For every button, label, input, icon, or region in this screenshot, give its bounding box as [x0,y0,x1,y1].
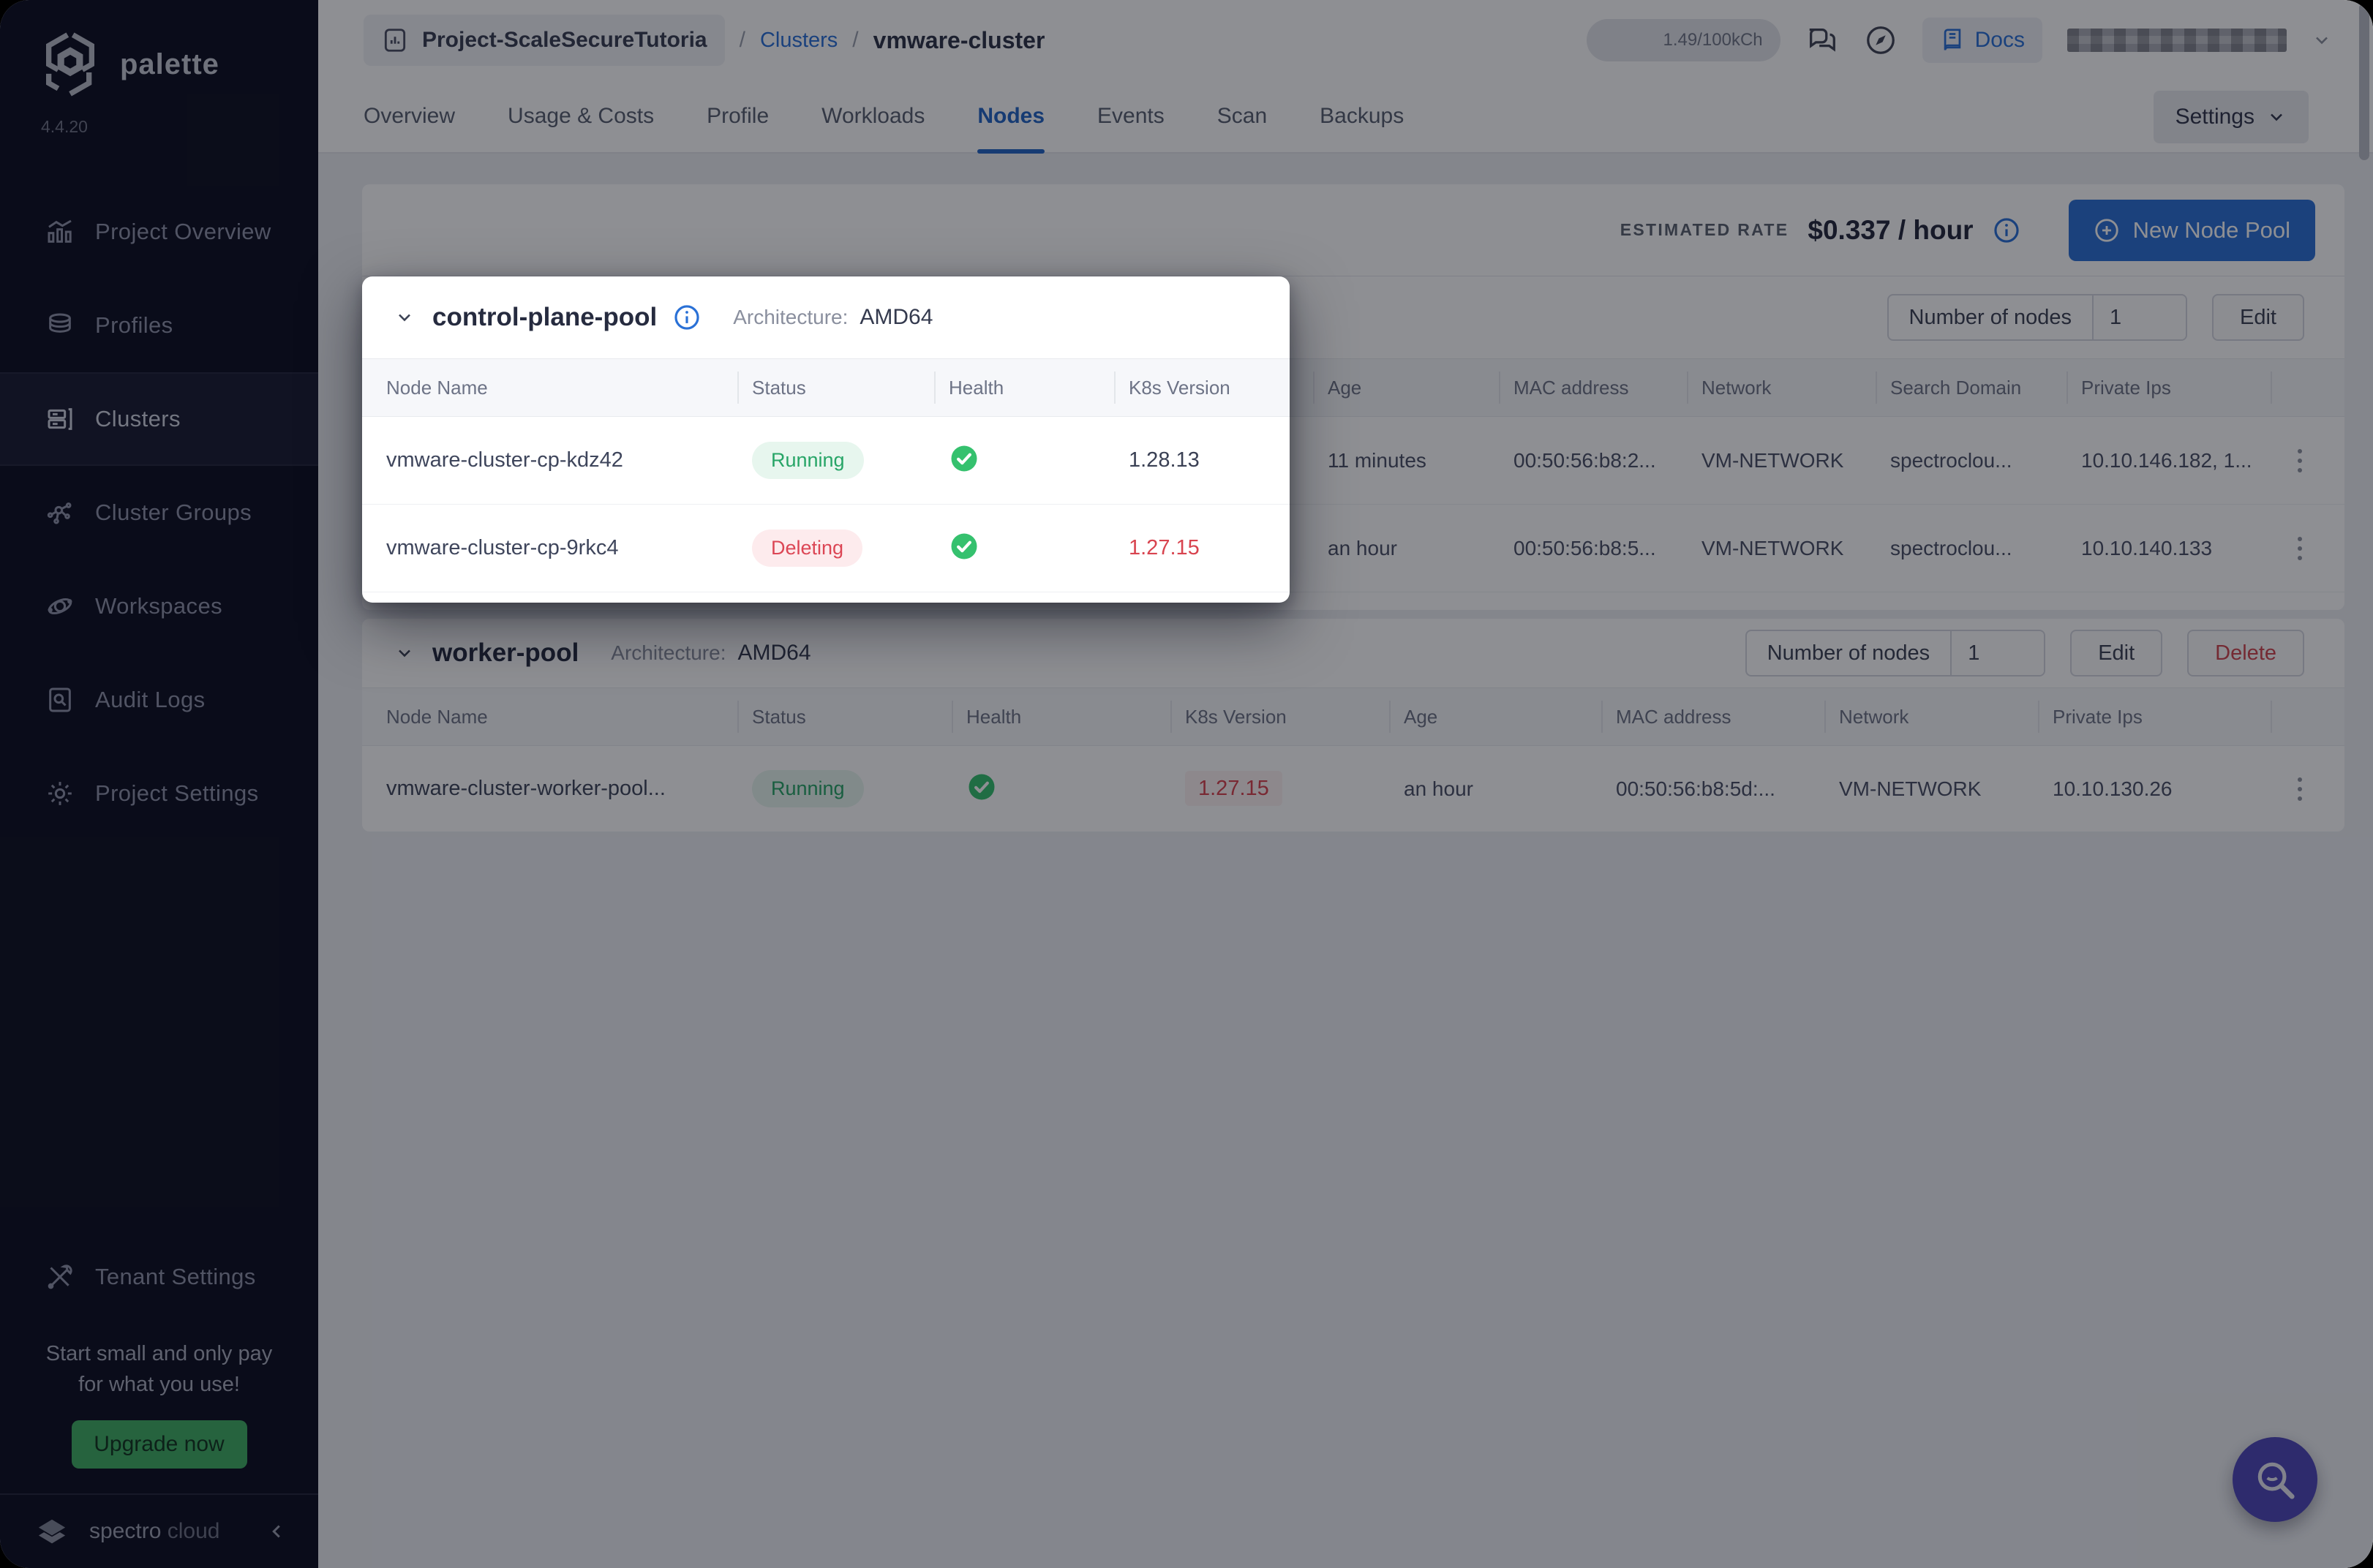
status-badge: Deleting [752,529,862,567]
table-header-row: Node Name Status Health K8s Version [362,358,1290,417]
pool-header: control-plane-pool Architecture: AMD64 [362,276,1290,358]
health-ok-icon [949,443,979,474]
app-window: palette 4.4.20 Project Overview Profiles… [0,0,2373,1568]
table-row: vmware-cluster-cp-kdz42 Running 1.28.13 [362,417,1290,505]
architecture-label: Architecture: [733,306,848,329]
node-name: vmware-cluster-cp-kdz42 [386,448,752,472]
pool-name: control-plane-pool [432,303,657,332]
health-ok-icon [949,531,979,562]
chevron-down-icon[interactable] [394,307,415,328]
table-row: vmware-cluster-cp-9rkc4 Deleting 1.27.15 [362,505,1290,592]
k8s-version: 1.27.15 [1129,536,1290,560]
spotlight-control-plane-pool-card: control-plane-pool Architecture: AMD64 N… [362,276,1290,603]
info-icon[interactable] [673,304,701,331]
node-name: vmware-cluster-cp-9rkc4 [386,536,752,560]
k8s-version: 1.28.13 [1129,448,1290,472]
architecture-value: AMD64 [860,305,933,330]
tutorial-dim-overlay [0,0,2373,1568]
status-badge: Running [752,442,864,479]
